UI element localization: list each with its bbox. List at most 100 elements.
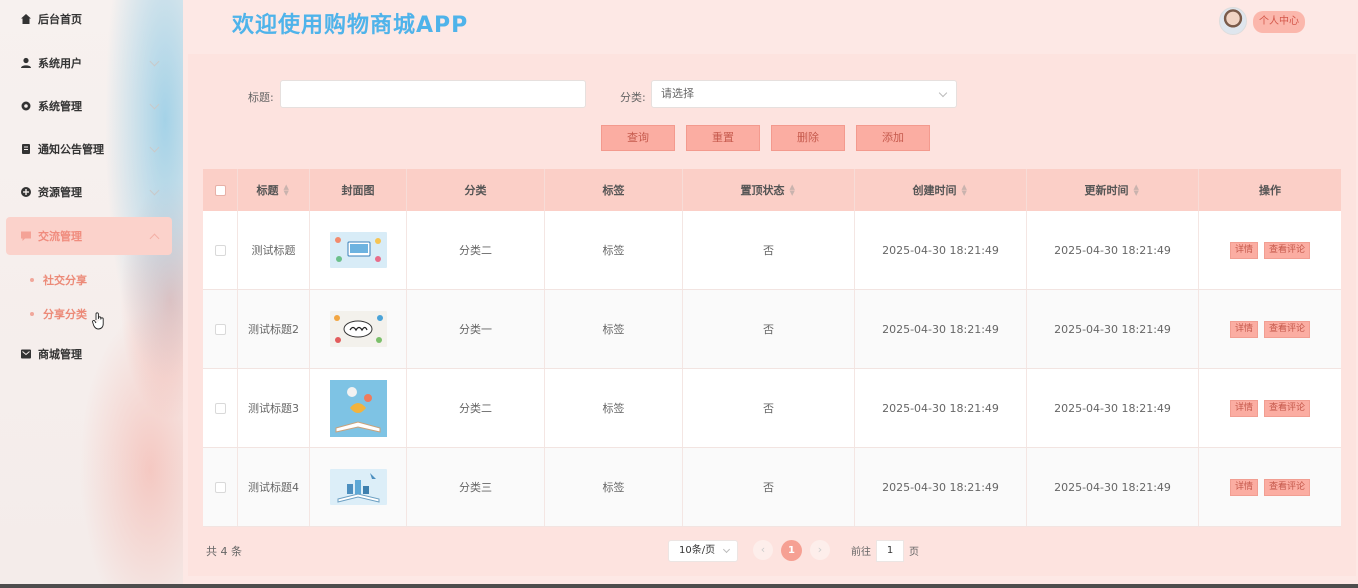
sidebar-item-label: 通知公告管理 [38,143,104,156]
detail-button[interactable]: 详情 [1229,241,1258,259]
sidebar-item-resource[interactable]: 资源管理 [6,173,172,211]
sort-icon[interactable]: ▲ ▼ [962,184,969,197]
page-number-button[interactable]: 1 [781,540,802,561]
sort-icon[interactable]: ▲ ▼ [284,184,291,197]
select-all-checkbox[interactable] [214,184,226,196]
bullet-icon [30,278,34,282]
query-button[interactable]: 查询 [601,125,675,151]
cell-actions: 详情 查看评论 [1199,290,1341,368]
row-select-cell [203,369,238,447]
avatar[interactable] [1219,7,1247,35]
cell-pinned: 否 [683,369,855,447]
sidebar-item-system-manage[interactable]: 系统管理 [6,87,172,125]
cover-image[interactable] [329,232,387,268]
column-header-label: 置顶状态 [740,184,785,197]
column-header-pinned[interactable]: 置顶状态 ▲ ▼ [683,169,855,211]
row-checkbox[interactable] [214,323,226,335]
column-header-created[interactable]: 创建时间 ▲ ▼ [855,169,1027,211]
category-select-placeholder: 请选择 [661,87,694,100]
cell-tag: 标签 [545,211,683,289]
cell-tag: 标签 [545,448,683,526]
cover-image[interactable] [329,311,387,347]
table-row: 测试标题2 分类一 标签 否 2025-04-30 18:21:49 2025-… [203,290,1341,369]
cover-image[interactable] [329,379,387,437]
column-header-label: 创建时间 [912,184,957,197]
detail-button[interactable]: 详情 [1229,399,1258,417]
view-comments-button[interactable]: 查看评论 [1264,399,1311,417]
mail-icon [20,348,32,360]
detail-button[interactable]: 详情 [1229,478,1258,496]
goto-page-input[interactable]: 1 [876,540,904,562]
prev-page-button[interactable]: ‹ [753,540,773,560]
view-comments-button[interactable]: 查看评论 [1264,478,1311,496]
sidebar-subitem-share-category[interactable]: 分享分类 [30,306,87,322]
row-checkbox[interactable] [214,481,226,493]
cell-actions: 详情 查看评论 [1199,448,1341,526]
sidebar-item-home[interactable]: 后台首页 [6,0,172,38]
view-comments-button[interactable]: 查看评论 [1264,320,1311,338]
cell-category: 分类一 [407,290,545,368]
sidebar-item-label: 交流管理 [38,230,82,243]
cell-created: 2025-04-30 18:21:49 [855,369,1027,447]
app-title: 欢迎使用购物商城APP [232,13,469,38]
row-checkbox[interactable] [214,244,226,256]
page-size-value: 10条/页 [679,545,716,556]
column-header-label: 标题 [256,184,279,197]
reset-button[interactable]: 重置 [686,125,760,151]
column-header-label: 操作 [1259,184,1281,197]
cell-pinned: 否 [683,211,855,289]
sidebar-subitem-social-share[interactable]: 社交分享 [30,272,87,288]
hand-cursor-icon [92,312,106,334]
view-comments-button[interactable]: 查看评论 [1264,241,1311,259]
cell-category: 分类二 [407,211,545,289]
add-button[interactable]: 添加 [856,125,930,151]
chevron-down-icon [722,545,731,554]
column-header-tag: 标签 [545,169,683,211]
cell-pinned: 否 [683,448,855,526]
bullet-icon [30,312,34,316]
cell-cover [310,211,407,289]
sort-icon[interactable]: ▲ ▼ [1134,184,1141,197]
sidebar-subitem-label: 分享分类 [43,308,87,321]
row-checkbox[interactable] [214,402,226,414]
detail-button[interactable]: 详情 [1229,320,1258,338]
sidebar-item-label: 后台首页 [38,13,82,26]
notice-icon [20,143,32,155]
column-header-label: 标签 [602,184,625,197]
column-header-label: 分类 [464,184,487,197]
cover-image[interactable] [329,469,387,505]
page-size-select[interactable]: 10条/页 [668,540,738,562]
column-header-title[interactable]: 标题 ▲ ▼ [238,169,310,211]
row-select-cell [203,290,238,368]
bottom-divider [0,584,1358,588]
cell-cover [310,448,407,526]
title-search-input[interactable] [280,80,586,108]
cell-title: 测试标题3 [238,369,310,447]
data-table: 标题 ▲ ▼ 封面图 分类 标签 置顶状态 ▲ ▼ 创建时间 ▲ ▼ 更新时间 ▲ ▼ 操作 测… [203,169,1341,527]
cell-updated: 2025-04-30 18:21:49 [1027,448,1199,526]
column-header-actions: 操作 [1199,169,1341,211]
delete-button[interactable]: 删除 [771,125,845,151]
sort-icon[interactable]: ▲ ▼ [790,184,797,197]
column-header-updated[interactable]: 更新时间 ▲ ▼ [1027,169,1199,211]
sidebar-item-label: 商城管理 [38,348,82,361]
chevron-down-icon [149,185,160,196]
sidebar-item-mall[interactable]: 商城管理 [6,335,172,373]
total-count: 共 4 条 [206,545,242,558]
next-page-button[interactable]: › [810,540,830,560]
column-header-category: 分类 [407,169,545,211]
category-select[interactable]: 请选择 [651,80,957,108]
column-header-cover: 封面图 [310,169,407,211]
sidebar: 后台首页 系统用户 系统管理 通知公告管理 资源管理 交流管理 社交分享 分享分… [0,0,183,588]
sidebar-item-system-users[interactable]: 系统用户 [6,44,172,82]
cell-title: 测试标题4 [238,448,310,526]
sidebar-item-communication[interactable]: 交流管理 [6,217,172,255]
user-center-button[interactable]: 个人中心 [1253,11,1305,33]
chat-icon [20,230,32,242]
cell-category: 分类二 [407,369,545,447]
sidebar-item-notice[interactable]: 通知公告管理 [6,130,172,168]
cell-created: 2025-04-30 18:21:49 [855,290,1027,368]
column-header-label: 更新时间 [1084,184,1129,197]
goto-suffix-label: 页 [909,547,919,558]
chevron-down-icon [149,142,160,153]
